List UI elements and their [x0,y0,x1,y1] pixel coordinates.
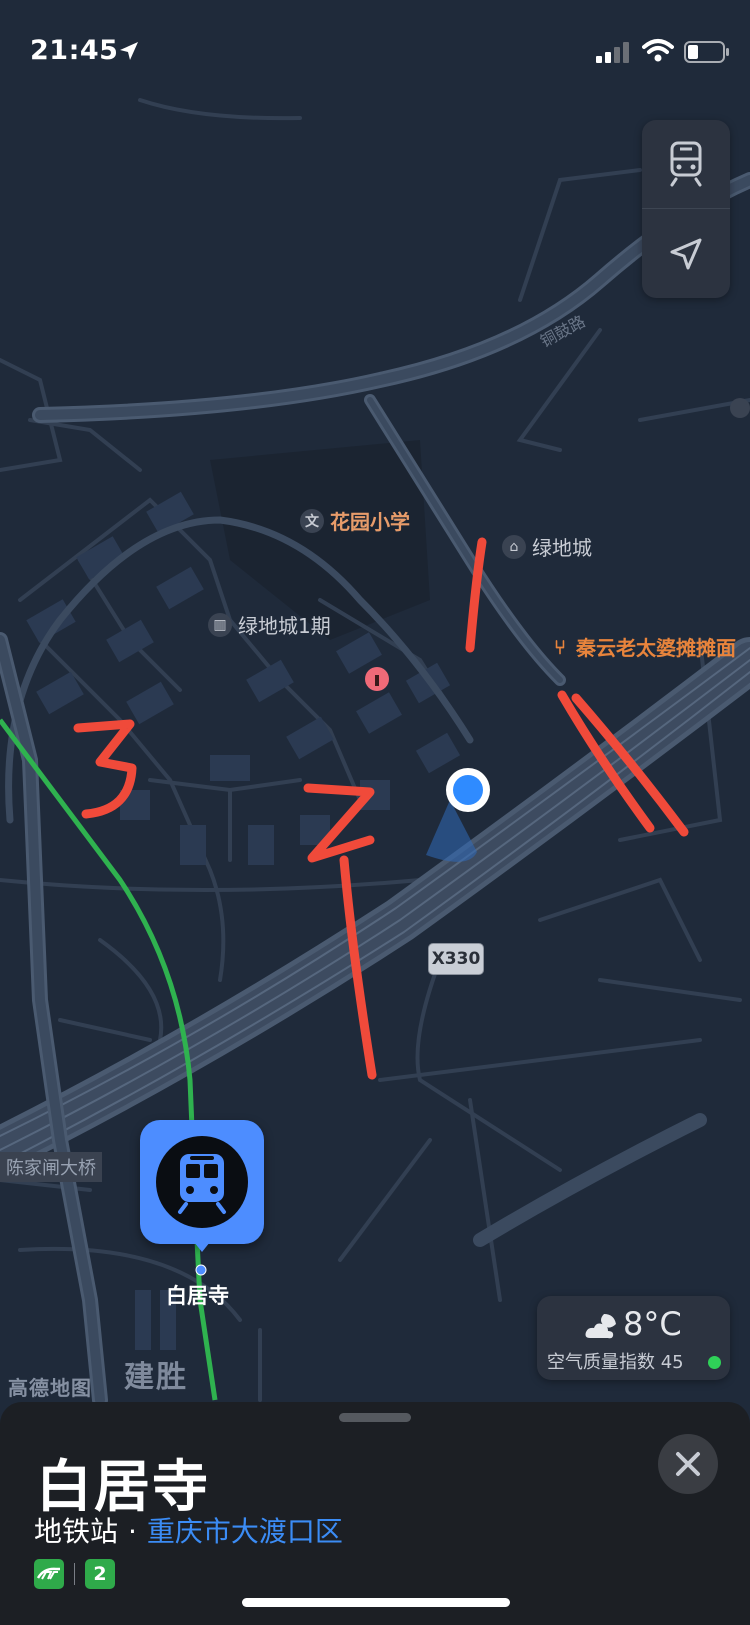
location-arrow-icon [120,42,138,60]
partly-cloudy-night-icon [585,1314,616,1339]
aqi-status-dot [708,1356,721,1369]
rail-transit-badge[interactable] [34,1559,64,1589]
rail-transit-icon [36,1567,60,1580]
map-watermark: 高德地图 [8,1376,92,1400]
poi-phase1-label: 绿地城1期 [238,614,331,638]
poi-residential[interactable]: ⌂ 绿地城 [502,532,592,561]
home-indicator[interactable] [242,1598,510,1607]
close-button[interactable] [658,1434,718,1494]
aqi-label: 空气质量指数 45 [547,1352,684,1373]
controls-divider [642,208,730,209]
building-icon: ▥ [208,612,232,637]
home-icon: ⌂ [502,534,526,559]
road-shield: X330 [428,943,484,975]
battery-icon [684,41,729,63]
wifi-icon [642,39,674,62]
station-marker[interactable] [140,1120,264,1252]
badge-separator [74,1563,75,1585]
bridge-label: 陈家闸大桥 [0,1152,102,1182]
area-label: 建胜 [124,1360,188,1395]
locate-button[interactable] [642,210,730,298]
subtitle-separator: · [128,1515,137,1548]
line-badge[interactable]: 2 [85,1559,115,1589]
place-type: 地铁站 [34,1515,119,1548]
weather-temperature: 8°C [623,1305,682,1343]
poi-restaurant-label: 秦云老太婆摊摊面 [576,636,736,660]
status-time: 21:45 [30,35,119,66]
weather-widget[interactable]: 8°C 空气质量指数 45 [537,1296,730,1380]
poi-school[interactable]: 文 花园小学 [300,506,410,535]
place-district-link[interactable]: 重庆市大渡口区 [147,1515,343,1548]
map-controls [642,120,730,298]
transit-mode-button[interactable] [642,120,730,208]
school-icon: 文 [300,508,324,533]
sheet-grabber[interactable] [339,1413,411,1422]
fork-knife-icon: ⑂ [554,634,566,659]
station-name-map: 白居寺 [166,1284,229,1308]
place-card-sheet[interactable]: 白居寺 地铁站 · 重庆市大渡口区 2 [0,1402,750,1625]
poi-school-label: 花园小学 [330,510,410,534]
map-canvas[interactable] [0,0,750,1625]
close-icon [676,1452,700,1476]
place-subtitle: 地铁站 · 重庆市大渡口区 [34,1510,343,1550]
transit-icon [670,141,702,187]
poi-residential-label: 绿地城 [532,536,592,560]
status-bar: 21:45 [0,0,750,100]
cellular-signal-icon [596,42,629,63]
metro-train-icon [156,1136,248,1228]
locate-icon [670,238,702,270]
line-badges: 2 [34,1559,115,1589]
poi-phase1[interactable]: ▥ 绿地城1期 [208,610,331,639]
poi-restaurant[interactable]: ⑂ 秦云老太婆摊摊面 [548,632,736,661]
